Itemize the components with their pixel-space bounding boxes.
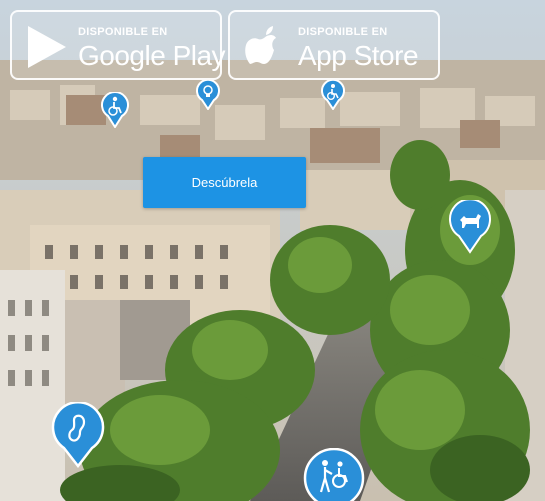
pin-lightbulb[interactable]: [195, 80, 221, 110]
lightbulb-icon: [196, 80, 220, 110]
wheelchair-icon: [321, 80, 345, 110]
app-store-badge[interactable]: DISPONIBLE EN App Store: [228, 10, 440, 80]
wheelchair-companion-icon: [303, 448, 365, 501]
wheelchair-icon: [101, 92, 129, 128]
google-play-small-label: DISPONIBLE EN: [78, 26, 168, 38]
pin-wheelchair-2[interactable]: [320, 80, 346, 110]
apple-logo-icon: [245, 26, 276, 64]
app-store-big-label: App Store: [298, 40, 419, 71]
ear-icon: [51, 402, 105, 468]
google-play-big-label: Google Play: [78, 40, 226, 71]
pin-guide-dog[interactable]: [448, 200, 492, 254]
pin-wheelchair-1[interactable]: [100, 92, 130, 128]
discover-button[interactable]: Descúbrela: [143, 157, 306, 208]
app-store-small-label: DISPONIBLE EN: [298, 26, 388, 38]
google-play-badge[interactable]: DISPONIBLE EN Google Play: [10, 10, 226, 80]
play-triangle-icon: [28, 26, 66, 68]
pin-ear[interactable]: [50, 402, 106, 468]
pin-wheelchair-companion[interactable]: [302, 448, 366, 501]
guide-dog-icon: [449, 200, 491, 254]
